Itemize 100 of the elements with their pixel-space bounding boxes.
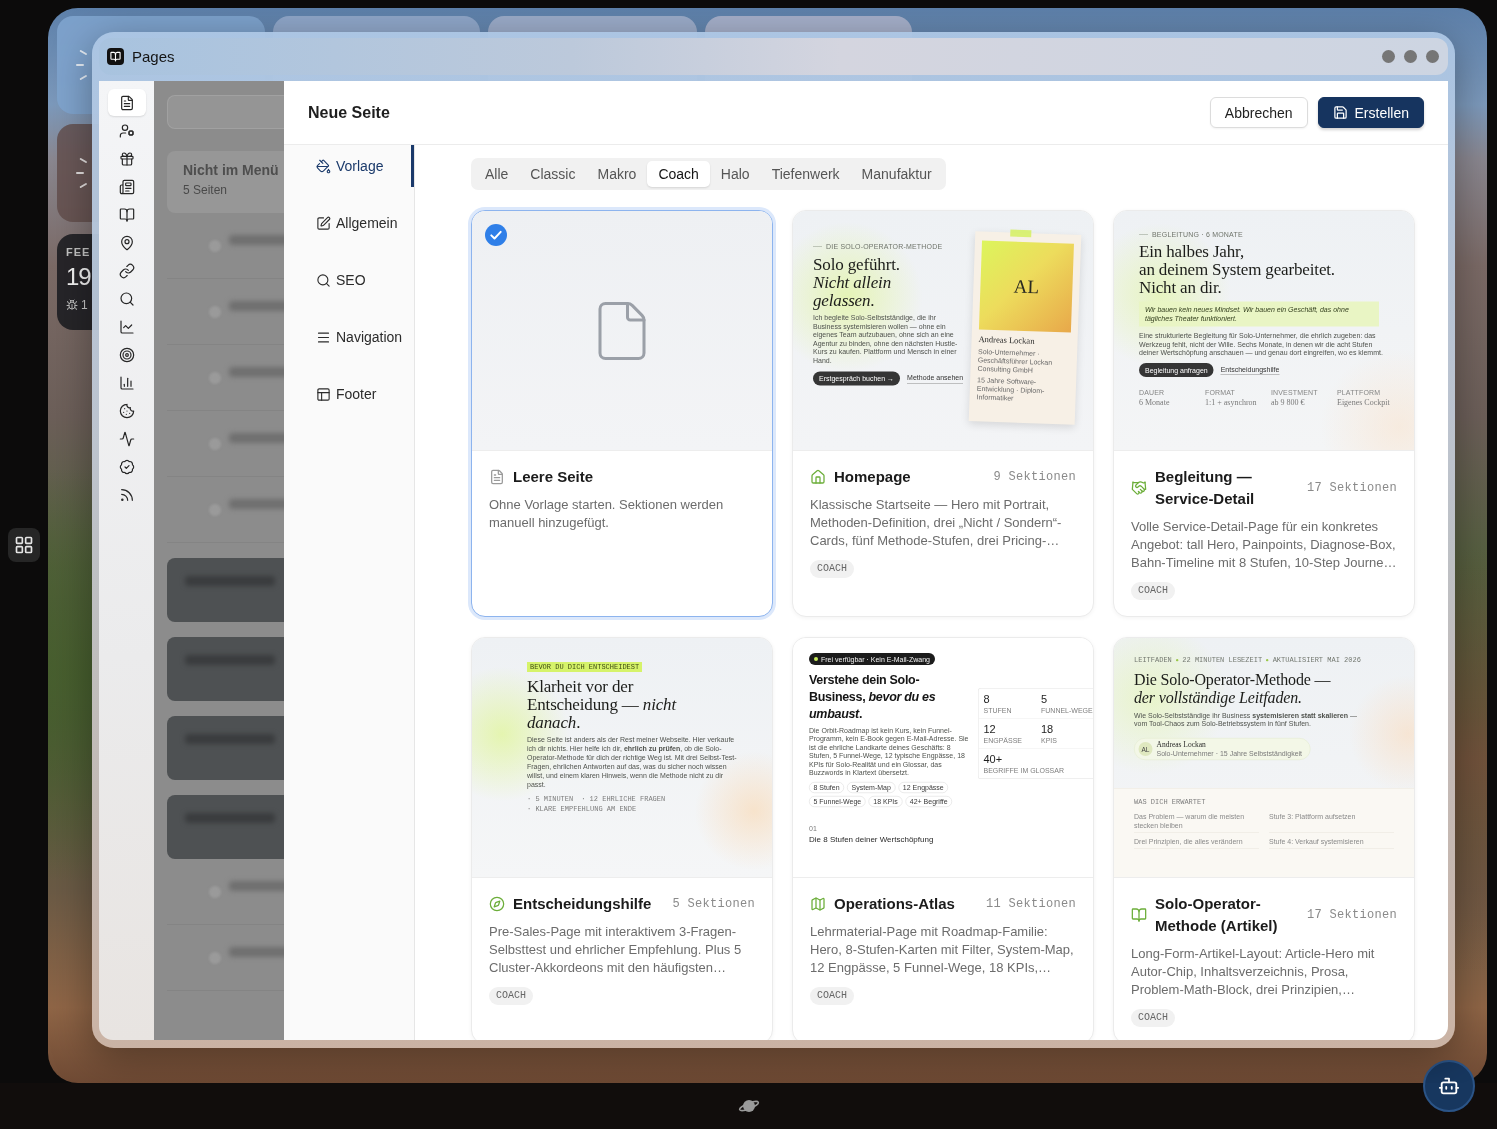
template-title: Leere Seite [513, 467, 595, 487]
clock-ticks-icon [75, 156, 89, 190]
handshake-icon [1131, 480, 1147, 496]
separator-dot-icon [1175, 658, 1179, 662]
dialog-title: Neue Seite [308, 103, 390, 122]
category-tag: COACH [810, 987, 854, 1005]
planet-icon [737, 1098, 760, 1114]
fact-value: ab 9 800 € [1271, 398, 1305, 407]
dialog-nav-item[interactable]: Footer [284, 373, 414, 415]
category-tag: COACH [489, 987, 533, 1005]
fact-value: Eigenes Cockpit [1337, 398, 1390, 407]
template-card[interactable] [471, 637, 773, 1040]
open-book-icon [1131, 907, 1147, 923]
robot-icon [1438, 1075, 1460, 1097]
template-title: Begleitung — Service-Detail [1155, 467, 1256, 509]
document-icon [489, 469, 505, 485]
dialog-nav-item[interactable]: Navigation [284, 316, 414, 358]
window-control-button[interactable] [1382, 50, 1395, 63]
filter-tab[interactable]: Classic [519, 161, 587, 187]
sidebar-item[interactable] [107, 89, 146, 116]
category-tag: COACH [810, 560, 854, 578]
portrait-name: Andreas Lockan [978, 334, 1036, 348]
open-book-icon [118, 206, 135, 223]
search-icon [316, 272, 331, 288]
template-title: Operations-Atlas [834, 894, 956, 914]
template-card[interactable] [1113, 210, 1415, 617]
group-count: 5 Seiten [183, 183, 228, 197]
edit-icon [316, 215, 331, 231]
document-icon [118, 94, 135, 111]
stat-value: 40+ [983, 752, 1003, 765]
window-control-button[interactable] [1404, 50, 1417, 63]
link-icon [118, 262, 135, 279]
widget-value: 1 [81, 298, 88, 312]
window-title: Pages [132, 48, 175, 65]
section-title: Die 8 Stufen deiner Wertschöpfung [809, 835, 934, 844]
template-title: Solo-Operator-Methode (Artikel) [1155, 894, 1279, 936]
app-grid-button[interactable] [8, 528, 40, 562]
map-pin-icon [118, 234, 135, 251]
template-title: Entscheidungshilfe [513, 894, 653, 914]
bar-chart-icon [118, 374, 135, 391]
section-count: 17 Sektionen [1307, 908, 1397, 922]
status-dot-icon [814, 657, 818, 661]
preview-headline: Solo geführt. Nicht allein gelassen. [813, 255, 900, 310]
template-card[interactable]: Leere Seite Ohne Vorlage starten. Sektionen werden manuell hinzugefügt. [471, 210, 773, 617]
filter-tab[interactable]: Halo [709, 161, 761, 187]
target-icon [118, 346, 135, 363]
dialog-nav-item[interactable]: SEO [284, 259, 414, 301]
template-description: Lehrmaterial-Page mit Roadmap-Familie: Hero, 8-Stufen-Karten mit Filter, System-Map, 12 Engpässe, 5 Funnel-Wege, 18 KPIs,… [810, 923, 1075, 977]
template-description: Klassische Startseite — Hero mit Portrait, Methoden-Definition, drei „Nicht / Sondern“-Cards, fünf Methode-Stufen, drei Pricing-… [810, 496, 1063, 550]
stat-value: 5 [1041, 692, 1048, 705]
preview-headline: Ein halbes Jahr, an deinem System gearbeitet. Nicht an dir. [1139, 242, 1335, 297]
create-button[interactable]: Erstellen [1317, 97, 1424, 128]
gift-icon [118, 150, 135, 167]
template-card[interactable] [792, 210, 1094, 617]
house-icon [810, 469, 826, 485]
compass-icon [489, 896, 505, 912]
stat-value: 18 [1041, 722, 1054, 735]
section-count: 11 Sektionen [986, 897, 1076, 911]
filter-tab[interactable]: Tiefenwerk [760, 161, 851, 187]
layout-icon [316, 386, 331, 402]
menu-icon [316, 329, 331, 345]
cancel-button[interactable]: Abbrechen [1209, 97, 1308, 128]
template-card[interactable] [792, 637, 1094, 1040]
preview-headline: Verstehe dein Solo- Business, bevor du es umbaust. [809, 671, 936, 722]
stat-value: 8 [983, 692, 990, 705]
initials-tile: AL [978, 240, 1074, 333]
template-description: Long-Form-Artikel-Layout: Article-Hero mit Autor-Chip, Inhaltsverzeichnis, Prosa, Problem-Math-Block, drei Prinzipien,… [1131, 945, 1376, 999]
window-control-button[interactable] [1426, 50, 1439, 63]
check-badge-icon [118, 458, 135, 475]
pulse-icon [118, 430, 135, 447]
month-label: FEE [66, 246, 91, 259]
preview-headline: Klarheit vor der Entscheidung — nicht danach. [527, 677, 677, 731]
template-description: Volle Service-Detail-Page für ein konkretes Angebot: tall Hero, Painpoints, Diagnose-Box, Bahn-Timeline mit 8 Stufen, 10-Step Journe… [1131, 518, 1397, 572]
save-icon [1332, 105, 1348, 120]
stat-value: 12 [983, 722, 996, 735]
fact-value: 1:1 + asynchron [1205, 398, 1257, 407]
section-count: 17 Sektionen [1307, 481, 1397, 495]
template-description: Ohne Vorlage starten. Sektionen werden manuell hinzugefügt. [489, 496, 725, 532]
filter-tab[interactable]: Makro [586, 161, 648, 187]
clock-ticks-icon [75, 48, 89, 82]
bug-icon [66, 299, 78, 311]
template-description: Pre-Sales-Page mit interaktivem 3-Fragen-Selbsttest und ehrlicher Empfehlung. Plus 5 Cluster-Akkordeons mit den häufigsten… [489, 923, 743, 977]
fact-value: 6 Monate [1139, 398, 1170, 407]
map-icon [810, 896, 826, 912]
line-chart-icon [118, 318, 135, 335]
app-icon [107, 48, 124, 65]
filter-tab[interactable]: Alle [474, 161, 520, 187]
template-title: Homepage [834, 467, 912, 487]
category-tag: COACH [1131, 582, 1175, 600]
user-gear-icon [118, 122, 135, 139]
grid-icon [14, 535, 34, 555]
section-count: 9 Sektionen [993, 470, 1076, 484]
filter-tab[interactable]: Coach [647, 161, 710, 187]
dialog-nav-item[interactable]: Vorlage [284, 145, 414, 187]
day-number: 19 [66, 262, 91, 292]
tape-strip [1010, 229, 1032, 238]
filter-tab[interactable]: Manufaktur [850, 161, 943, 187]
dialog-nav-item[interactable]: Allgemein [284, 202, 414, 244]
template-card[interactable] [1113, 637, 1415, 1040]
separator-dot-icon [1266, 658, 1269, 662]
